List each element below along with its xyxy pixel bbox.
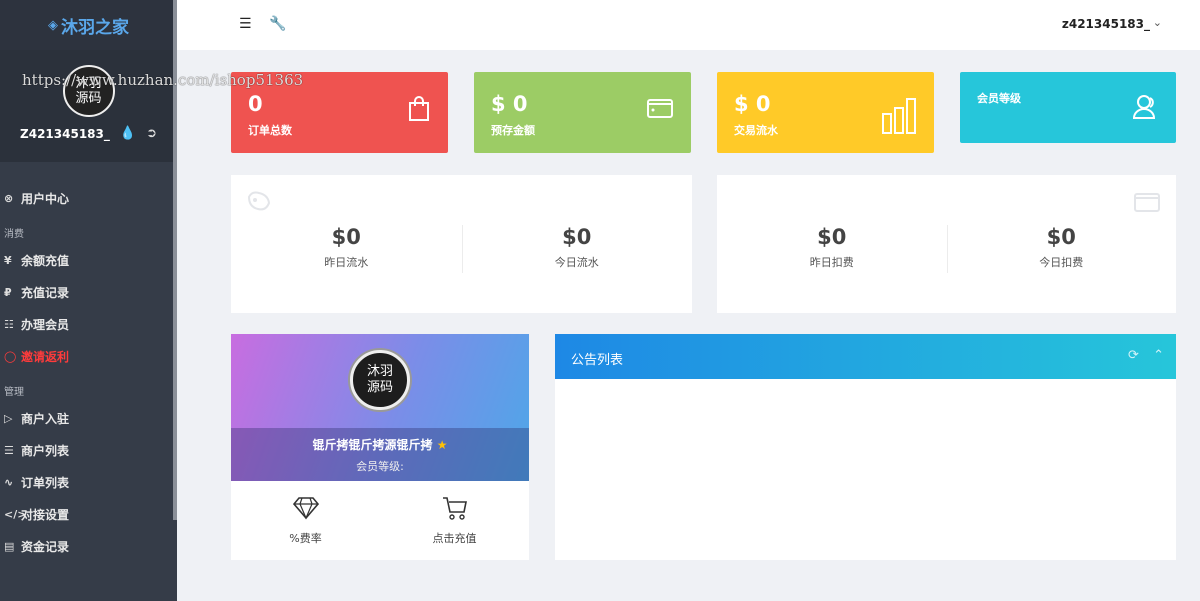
flame-icon: ◈ [48,17,58,33]
level-label: 会员等级 [977,92,1021,105]
deposit-label: 预存金额 [491,124,535,137]
sidebar-item-membership[interactable]: ☷ 办理会员 [0,308,177,340]
notice-header: 公告列表 ⟳ ⌃ [555,334,1176,379]
today-flow-label: 今日流水 [554,256,599,269]
panel-flow: $0 昨日流水 $0 今日流水 [231,175,692,313]
sidebar-item-merchant-join[interactable]: ▷ 商户入驻 [0,402,177,434]
profile-card: 沐羽 源码 锟斤拷锟斤拷源锟斤拷 ★ 会员等级: %费率 点击充值 [231,334,529,560]
today-fee-value: $0 [1046,225,1076,249]
sidebar-item-label: 邀请返利 [21,349,70,364]
refresh-icon[interactable]: ⟳ [1128,348,1139,363]
logout-icon[interactable]: ➲ [146,126,157,141]
today-fee-label: 今日扣费 [1039,256,1084,269]
yen-icon: ¥ [4,253,12,267]
notice-title: 公告列表 [571,353,624,368]
avatar-text-bottom: 源码 [75,91,102,106]
wallet-icon [1134,191,1160,219]
sidebar-item-label: 订单列表 [21,475,70,490]
sidebar-item-label: 办理会员 [21,317,70,332]
today-flow-value: $0 [562,225,592,249]
cart-icon: ☷ [4,317,14,331]
avatar-text-bottom: 源码 [366,380,393,395]
cart-icon [380,496,529,526]
section-manage: 管理 [4,387,24,398]
flow-label: 交易流水 [734,124,778,137]
gamepad-icon [246,189,272,219]
yesterday-fee-value: $0 [817,225,847,249]
recharge-button[interactable]: 点击充值 [380,496,529,546]
wallet-icon: ▤ [4,539,15,553]
sidebar-item-invite[interactable]: ◯ 邀请返利 [0,340,177,372]
user-icon: ◯ [4,349,17,363]
yesterday-flow-label: 昨日流水 [324,256,369,269]
sidebar-item-fund-records[interactable]: ▤ 资金记录 [0,530,177,562]
sidebar-item-label: 充值记录 [21,285,70,300]
card-level: 会员等级 [960,72,1176,143]
profile-name-row: 锟斤拷锟斤拷源锟斤拷 ★ [231,436,529,453]
star-icon: ★ [436,438,448,452]
topbar: ☰ 🔧 z421345183_ ⌄ [177,0,1200,50]
notice-panel: 公告列表 ⟳ ⌃ [555,334,1176,560]
chevron-up-icon[interactable]: ⌃ [1153,348,1164,363]
sidebar-username: Z421345183_ [20,126,110,141]
sidebar-item-merchant-list[interactable]: ☰ 商户列表 [0,434,177,466]
diamond-icon [231,496,380,526]
sidebar-item-label: 商户列表 [21,443,70,458]
profile-level: 会员等级: [356,460,404,473]
sidebar-item-user-center[interactable]: ⊗ 用户中心 [0,182,177,214]
sidebar-item-label: 余额充值 [21,253,70,268]
orders-value: 0 [248,92,263,116]
sidebar-item-recharge-records[interactable]: ₽ 充值记录 [0,276,177,308]
send-icon: ▷ [4,411,13,425]
deposit-value: $ 0 [491,92,528,116]
profile-name: 锟斤拷锟斤拷源锟斤拷 [312,438,433,452]
avatar-text-top: 沐羽 [366,364,393,379]
sidebar-item-label: 商户入驻 [21,411,70,426]
wrench-icon[interactable]: 🔧 [269,16,286,32]
sidebar-item-label: 对接设置 [21,507,70,522]
users-icon [1132,94,1158,127]
profile-avatar[interactable]: 沐羽 源码 [350,350,410,410]
bar-chart-icon [882,98,916,141]
orders-label: 订单总数 [248,124,292,137]
watermark-text: https://www.huzhan.com/ishop51363 [22,71,304,89]
plug-icon: ⊗ [4,191,14,205]
chart-line-icon: ∿ [4,475,14,489]
sidebar-item-order-list[interactable]: ∿ 订单列表 [0,466,177,498]
panel-fee: $0 昨日扣费 $0 今日扣费 [717,175,1176,313]
sidebar-item-label: 用户中心 [21,191,70,206]
section-consume: 消费 [4,229,24,240]
yesterday-fee-label: 昨日扣费 [809,256,854,269]
card-flow: $ 0 交易流水 [717,72,934,153]
menu-toggle-icon[interactable]: ☰ [239,16,252,32]
list-icon: ☰ [4,443,14,457]
flow-value: $ 0 [734,92,771,116]
sidebar: ◈ 沐羽之家 沐羽 源码 Z421345183_ 💧 ➲ ⊗ 用户中心 消费 ¥… [0,0,177,601]
yesterday-flow-value: $0 [331,225,361,249]
rate-label: %费率 [289,532,322,545]
brand-logo[interactable]: ◈ 沐羽之家 [0,0,177,50]
sidebar-item-recharge[interactable]: ¥ 余额充值 [0,244,177,276]
sidebar-nav: ⊗ 用户中心 消费 ¥ 余额充值 ₽ 充值记录 ☷ 办理会员 ◯ 邀请返利 管理… [0,162,177,562]
sidebar-item-label: 资金记录 [21,539,70,554]
sidebar-item-api-settings[interactable]: </> 对接设置 [0,498,177,530]
wallet-icon [647,96,673,126]
code-icon: </> [4,507,27,521]
rate-button[interactable]: %费率 [231,496,380,546]
ruble-icon: ₽ [4,285,12,299]
topbar-username[interactable]: z421345183_ [1062,17,1150,31]
theme-drop-icon[interactable]: 💧 [120,126,136,141]
chevron-down-icon[interactable]: ⌄ [1153,16,1162,29]
brand-title: 沐羽之家 [61,17,129,38]
recharge-label: 点击充值 [432,532,477,545]
card-deposit: $ 0 预存金额 [474,72,691,153]
user-panel: 沐羽 源码 Z421345183_ 💧 ➲ [0,50,177,162]
shopping-bag-icon [408,96,430,129]
